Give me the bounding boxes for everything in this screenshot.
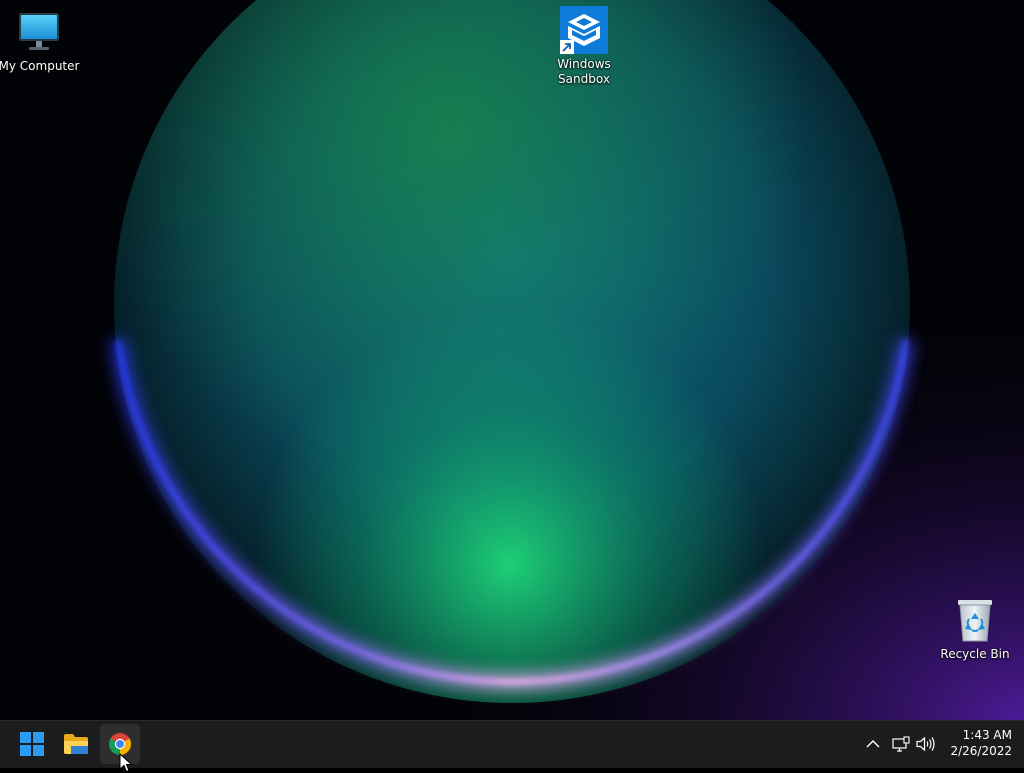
folder-icon (64, 734, 88, 754)
desktop-icon-label: My Computer (0, 59, 80, 73)
monitor-icon (15, 8, 63, 56)
taskbar-file-explorer[interactable] (56, 724, 96, 764)
clock-time: 1:43 AM (962, 728, 1012, 742)
wallpaper (0, 0, 1024, 720)
desktop-icon-my-computer[interactable]: My Computer (0, 8, 81, 74)
clock[interactable]: 1:43 AM 2/26/2022 (942, 727, 1012, 759)
windows-logo-icon (20, 732, 44, 756)
mouse-cursor-icon (119, 753, 133, 773)
volume-button[interactable] (915, 733, 937, 755)
desktop: My Computer Windows Sandbox Recycle Bin (0, 0, 1024, 720)
desktop-icon-label: Windows Sandbox (557, 57, 611, 86)
sandbox-icon (560, 6, 608, 54)
network-icon (892, 736, 910, 752)
volume-icon (916, 736, 935, 752)
network-button[interactable] (890, 733, 912, 755)
taskbar: 1:43 AM 2/26/2022 (0, 720, 1024, 768)
start-button[interactable] (12, 724, 52, 764)
chevron-up-icon (866, 740, 880, 748)
clock-date: 2/26/2022 (950, 744, 1012, 758)
recycle-bin-icon (951, 596, 999, 644)
shortcut-arrow-icon (560, 40, 574, 54)
show-hidden-icons-button[interactable] (862, 733, 884, 755)
desktop-icon-label: Recycle Bin (940, 647, 1010, 661)
desktop-icon-windows-sandbox[interactable]: Windows Sandbox (542, 6, 626, 87)
desktop-icon-recycle-bin[interactable]: Recycle Bin (933, 596, 1017, 662)
